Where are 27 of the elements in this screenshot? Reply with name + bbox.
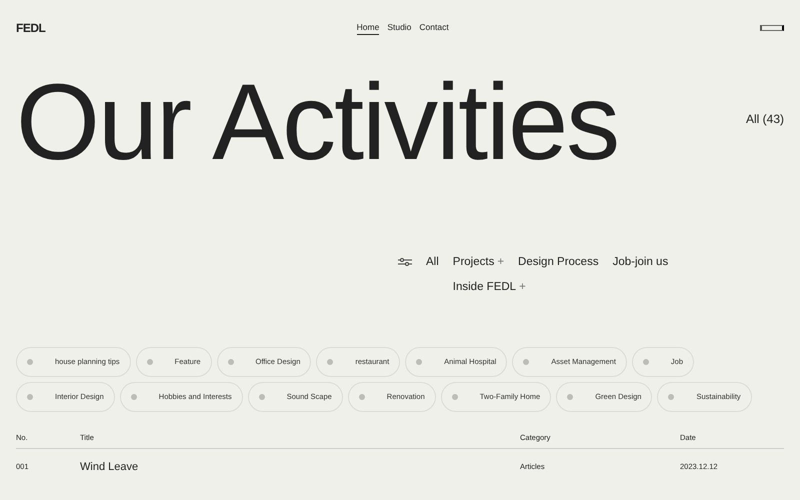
page-heading: Our Activities [16, 68, 618, 176]
dot-icon [27, 394, 33, 400]
dot-icon [27, 358, 33, 364]
nav-link[interactable]: Studio [387, 20, 412, 36]
title-link[interactable]: Wind Leave [80, 458, 520, 476]
nav-link[interactable]: Contact [419, 20, 449, 36]
dot-icon [228, 358, 234, 364]
count-label: All (43) [746, 111, 784, 128]
filter-link[interactable]: All [426, 254, 439, 272]
dot-icon [567, 394, 574, 400]
dot-icon [358, 394, 365, 400]
filter-link[interactable]: Inside FEDL + [452, 279, 526, 296]
filter-link[interactable]: Projects + [452, 254, 504, 272]
dot-icon [642, 358, 649, 364]
filter-link[interactable]: Design Process [518, 254, 599, 272]
dot-icon [668, 394, 674, 400]
filter-icon[interactable] [398, 258, 412, 266]
nav-link[interactable]: Home [356, 20, 380, 36]
dot-icon [146, 358, 153, 364]
logo[interactable]: FEDL [16, 19, 46, 37]
dot-icon [523, 358, 530, 364]
dot-icon [416, 358, 422, 364]
dot-icon [327, 358, 334, 364]
dot-icon [130, 394, 137, 400]
dot-icon [258, 394, 265, 400]
filter-link[interactable]: Job-join us [612, 254, 668, 272]
dot-icon [452, 394, 458, 400]
